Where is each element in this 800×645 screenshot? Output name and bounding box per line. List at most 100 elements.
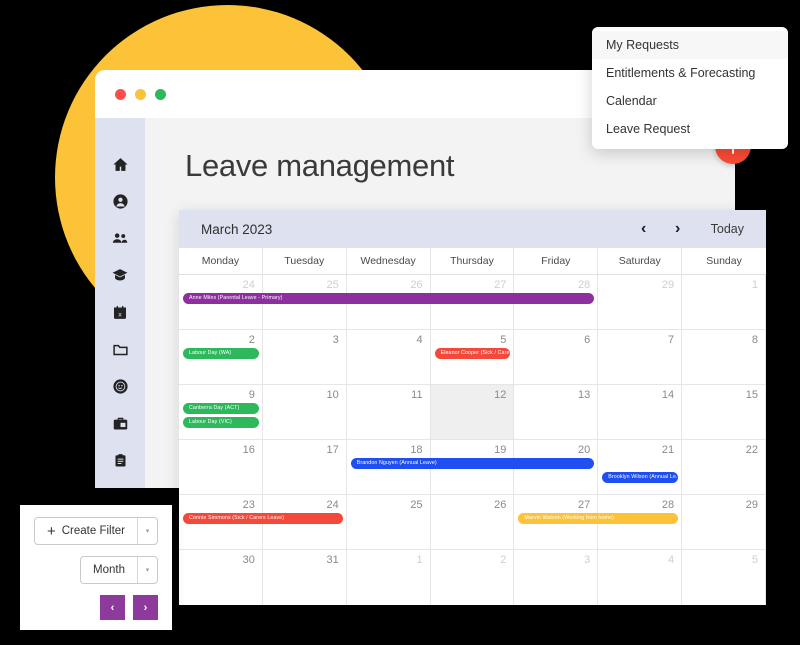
calendar-day-cell[interactable]: 10 bbox=[263, 385, 347, 439]
chevron-down-icon[interactable]: ▾ bbox=[137, 518, 157, 544]
day-number: 30 bbox=[242, 554, 255, 566]
calendar-day-cell[interactable]: 13 bbox=[514, 385, 599, 439]
calendar-day-cell[interactable]: 1 bbox=[347, 550, 431, 605]
day-header-tuesday: Tuesday bbox=[262, 248, 347, 275]
calendar-day-cell[interactable]: 31 bbox=[263, 550, 347, 605]
calendar-day-cell[interactable]: 1 bbox=[682, 275, 766, 329]
day-number: 1 bbox=[751, 279, 758, 291]
calendar-day-cell[interactable]: 21 bbox=[598, 440, 683, 494]
period-select-value: Month bbox=[93, 564, 125, 576]
filter-panel: + Create Filter ▾ Month ▾ ‹ › bbox=[20, 505, 172, 630]
calendar-prev-icon[interactable]: ‹ bbox=[627, 221, 661, 237]
svg-text:x: x bbox=[118, 312, 122, 319]
calendar-today-button[interactable]: Today bbox=[695, 222, 766, 236]
period-chevron-down-icon[interactable]: ▾ bbox=[137, 557, 157, 583]
calendar-day-cell[interactable]: 4 bbox=[598, 550, 683, 605]
day-number: 12 bbox=[494, 389, 507, 401]
calendar-day-cell[interactable]: 12 bbox=[430, 385, 515, 439]
calendar-day-cell[interactable]: 15 bbox=[682, 385, 766, 439]
calendar-event[interactable]: Eleanor Cooper (Sick / Care.. bbox=[434, 348, 511, 359]
calendar-week-row: 9 10 11 12 13 14 15 Canberra Day (ACT) Labour Da… bbox=[179, 385, 766, 440]
day-number: 31 bbox=[326, 554, 339, 566]
day-number: 14 bbox=[661, 389, 675, 401]
day-number: 29 bbox=[745, 499, 758, 511]
calendar-day-cell[interactable]: 29 bbox=[682, 495, 766, 549]
day-number: 20 bbox=[578, 444, 591, 456]
filter-next-button[interactable]: › bbox=[133, 595, 158, 620]
sidebar-item-profile[interactable] bbox=[112, 193, 129, 210]
calendar-day-cell[interactable]: 11 bbox=[347, 385, 431, 439]
calendar-week-row: 16 17 18 19 20 21 22 Brandon Nguyen (Annual Lea… bbox=[179, 440, 766, 495]
calendar-week-row: 30 31 1 2 3 4 5 bbox=[179, 550, 766, 605]
create-filter-button[interactable]: + Create Filter ▾ bbox=[34, 517, 158, 545]
calendar-event[interactable]: Labour Day (VIC) bbox=[183, 417, 259, 428]
day-number: 4 bbox=[416, 334, 423, 346]
calendar-day-cell[interactable]: 30 bbox=[179, 550, 263, 605]
sidebar-item-jobs[interactable] bbox=[112, 415, 129, 432]
calendar-day-cell[interactable]: 5 bbox=[682, 550, 766, 605]
sidebar-item-leave[interactable]: x bbox=[112, 304, 128, 321]
calendar-header: March 2023 ‹ › Today bbox=[179, 210, 766, 248]
calendar-day-cell[interactable]: 3 bbox=[263, 330, 347, 384]
sidebar-item-learning[interactable] bbox=[111, 267, 129, 284]
calendar-day-cell[interactable]: 16 bbox=[179, 440, 263, 494]
menu-item-entitlements-forecasting[interactable]: Entitlements & Forecasting bbox=[592, 59, 788, 87]
day-number: 27 bbox=[494, 279, 507, 291]
menu-item-calendar[interactable]: Calendar bbox=[592, 87, 788, 115]
day-number: 5 bbox=[751, 554, 758, 566]
calendar-event[interactable]: Brandon Nguyen (Annual Leave) bbox=[350, 458, 595, 469]
day-number: 25 bbox=[326, 279, 339, 291]
leave-calendar: March 2023 ‹ › Today Monday Tuesday Wedn… bbox=[179, 210, 766, 605]
menu-item-leave-request[interactable]: Leave Request bbox=[592, 115, 788, 143]
calendar-day-cell[interactable]: 17 bbox=[263, 440, 347, 494]
close-window-icon[interactable] bbox=[115, 88, 126, 100]
day-number: 26 bbox=[494, 499, 507, 511]
day-number: 5 bbox=[500, 334, 507, 346]
calendar-day-cell[interactable]: 29 bbox=[598, 275, 683, 329]
calendar-event[interactable]: Connie Simmons (Sick / Carers Leave) bbox=[183, 513, 343, 524]
calendar-day-cell[interactable]: 7 bbox=[598, 330, 683, 384]
sidebar-item-home[interactable] bbox=[112, 156, 129, 173]
day-number: 2 bbox=[248, 334, 255, 346]
day-number: 6 bbox=[584, 334, 591, 346]
period-select[interactable]: Month ▾ bbox=[80, 556, 158, 584]
sidebar-item-people[interactable] bbox=[111, 230, 129, 247]
day-number: 22 bbox=[745, 444, 758, 456]
calendar-day-cell[interactable]: 26 bbox=[431, 495, 515, 549]
calendar-event[interactable]: Canberra Day (ACT) bbox=[183, 403, 259, 414]
day-header-monday: Monday bbox=[179, 248, 263, 275]
calendar-event[interactable]: Brooklyn Wilson (Annual Le.. bbox=[602, 472, 679, 483]
calendar-day-cell[interactable]: 6 bbox=[514, 330, 599, 384]
calendar-event[interactable]: Labour Day (WA) bbox=[183, 348, 259, 359]
calendar-day-headers: Monday Tuesday Wednesday Thursday Friday… bbox=[179, 248, 766, 275]
day-number: 7 bbox=[668, 334, 675, 346]
calendar-day-cell[interactable]: 22 bbox=[682, 440, 766, 494]
day-header-wednesday: Wednesday bbox=[346, 248, 431, 275]
day-number: 2 bbox=[500, 554, 507, 566]
day-number: 26 bbox=[410, 279, 423, 291]
day-number: 8 bbox=[751, 334, 758, 346]
calendar-day-cell[interactable]: 3 bbox=[514, 550, 599, 605]
day-number: 16 bbox=[242, 444, 255, 456]
calendar-next-icon[interactable]: › bbox=[661, 221, 695, 237]
day-header-sunday: Sunday bbox=[682, 248, 766, 275]
sidebar-item-documents[interactable] bbox=[112, 341, 129, 358]
calendar-day-cell[interactable]: 2 bbox=[431, 550, 515, 605]
calendar-event[interactable]: Marvin Watson (Working from home) bbox=[518, 513, 679, 524]
day-number: 23 bbox=[242, 499, 255, 511]
calendar-day-cell[interactable]: 25 bbox=[347, 495, 431, 549]
sidebar-item-support[interactable] bbox=[112, 378, 129, 395]
sidebar-item-tasks[interactable] bbox=[113, 452, 128, 469]
filter-prev-button[interactable]: ‹ bbox=[100, 595, 125, 620]
menu-item-my-requests[interactable]: My Requests bbox=[592, 31, 788, 59]
calendar-day-cell[interactable]: 8 bbox=[682, 330, 766, 384]
day-number: 27 bbox=[578, 499, 591, 511]
calendar-event[interactable]: Anne Miles (Parental Leave - Primary) bbox=[183, 293, 595, 304]
day-number: 4 bbox=[668, 554, 675, 566]
minimize-window-icon[interactable] bbox=[135, 88, 146, 100]
maximize-window-icon[interactable] bbox=[155, 88, 166, 100]
calendar-day-cell[interactable]: 4 bbox=[347, 330, 431, 384]
day-number: 15 bbox=[745, 389, 758, 401]
calendar-nav: ‹ › Today bbox=[627, 221, 766, 237]
calendar-day-cell[interactable]: 14 bbox=[598, 385, 683, 439]
